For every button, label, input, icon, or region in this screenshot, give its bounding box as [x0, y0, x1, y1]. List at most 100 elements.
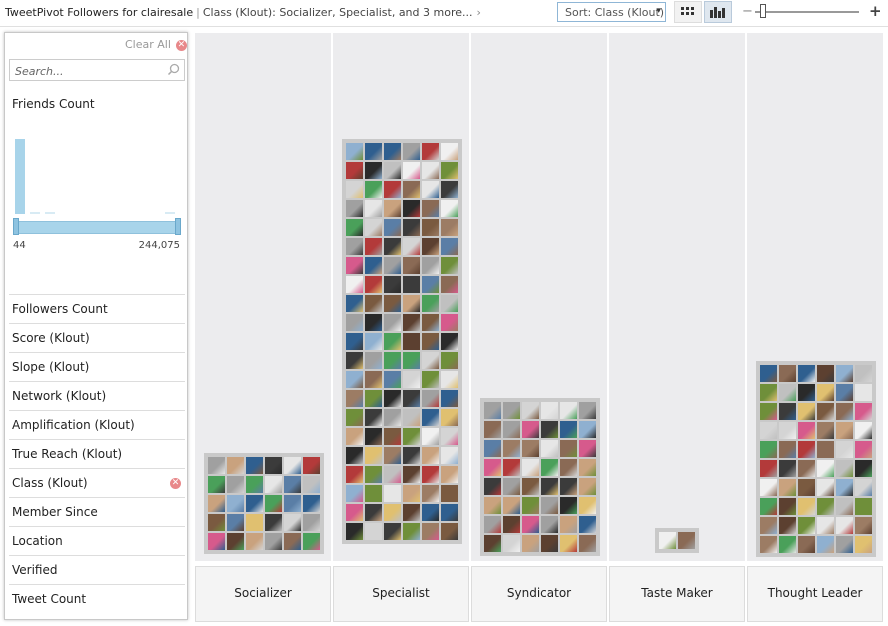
avatar[interactable]: [503, 497, 520, 514]
avatar[interactable]: [422, 504, 439, 521]
avatar[interactable]: [441, 504, 458, 521]
avatar[interactable]: [441, 466, 458, 483]
zoom-out-button[interactable]: −: [742, 4, 753, 19]
avatar[interactable]: [760, 479, 777, 496]
facet-row[interactable]: Network (Klout): [9, 381, 185, 409]
avatar[interactable]: [441, 409, 458, 426]
avatar[interactable]: [522, 516, 539, 533]
avatar[interactable]: [522, 402, 539, 419]
avatar[interactable]: [403, 352, 420, 369]
avatar[interactable]: [365, 371, 382, 388]
avatar[interactable]: [422, 409, 439, 426]
avatar[interactable]: [384, 219, 401, 236]
avatar[interactable]: [403, 466, 420, 483]
avatar[interactable]: [365, 409, 382, 426]
avatar[interactable]: [836, 384, 853, 401]
avatar[interactable]: [441, 352, 458, 369]
avatar[interactable]: [484, 516, 501, 533]
avatar[interactable]: [560, 459, 577, 476]
avatar[interactable]: [503, 402, 520, 419]
avatar[interactable]: [503, 478, 520, 495]
column-bin[interactable]: [609, 33, 745, 561]
avatar[interactable]: [855, 479, 872, 496]
avatar[interactable]: [303, 495, 320, 512]
avatar[interactable]: [760, 403, 777, 420]
avatar[interactable]: [403, 200, 420, 217]
clear-all-button[interactable]: Clear All ✕: [125, 38, 187, 51]
avatar[interactable]: [779, 460, 796, 477]
facet-row[interactable]: Verified: [9, 555, 185, 583]
range-min-handle[interactable]: [13, 218, 19, 235]
avatar[interactable]: [284, 476, 301, 493]
avatar[interactable]: [855, 460, 872, 477]
avatar[interactable]: [798, 365, 815, 382]
avatar[interactable]: [303, 533, 320, 550]
avatar[interactable]: [503, 440, 520, 457]
avatar[interactable]: [817, 498, 834, 515]
avatar[interactable]: [346, 371, 363, 388]
search-icon[interactable]: [167, 63, 180, 76]
avatar[interactable]: [346, 276, 363, 293]
avatar[interactable]: [365, 295, 382, 312]
avatar[interactable]: [384, 428, 401, 445]
avatar[interactable]: [365, 352, 382, 369]
avatar[interactable]: [265, 514, 282, 531]
avatar[interactable]: [541, 440, 558, 457]
avatar[interactable]: [560, 440, 577, 457]
avatar[interactable]: [346, 162, 363, 179]
avatar[interactable]: [579, 459, 596, 476]
avatar[interactable]: [484, 440, 501, 457]
avatar[interactable]: [579, 535, 596, 552]
avatar[interactable]: [441, 523, 458, 540]
avatar[interactable]: [346, 352, 363, 369]
facet-row[interactable]: Tweet Count: [9, 584, 185, 612]
zoom-slider-track[interactable]: [755, 11, 859, 13]
avatar[interactable]: [779, 384, 796, 401]
column-label[interactable]: Taste Maker: [609, 566, 745, 622]
zoom-in-button[interactable]: +: [869, 2, 882, 20]
avatar[interactable]: [365, 143, 382, 160]
avatar[interactable]: [365, 314, 382, 331]
avatar[interactable]: [403, 504, 420, 521]
avatar[interactable]: [484, 535, 501, 552]
avatar[interactable]: [422, 447, 439, 464]
avatar[interactable]: [836, 517, 853, 534]
avatar[interactable]: [422, 162, 439, 179]
avatar[interactable]: [346, 504, 363, 521]
avatar[interactable]: [441, 371, 458, 388]
avatar[interactable]: [422, 523, 439, 540]
avatar[interactable]: [403, 181, 420, 198]
avatar[interactable]: [579, 421, 596, 438]
avatar[interactable]: [227, 495, 244, 512]
avatar[interactable]: [384, 371, 401, 388]
avatar[interactable]: [346, 390, 363, 407]
avatar[interactable]: [760, 536, 777, 553]
avatar[interactable]: [541, 402, 558, 419]
avatar[interactable]: [403, 238, 420, 255]
avatar[interactable]: [579, 440, 596, 457]
avatar[interactable]: [541, 535, 558, 552]
avatar[interactable]: [403, 143, 420, 160]
avatar[interactable]: [246, 514, 263, 531]
avatar[interactable]: [365, 162, 382, 179]
avatar[interactable]: [484, 421, 501, 438]
avatar[interactable]: [346, 238, 363, 255]
avatar[interactable]: [403, 314, 420, 331]
avatar[interactable]: [346, 143, 363, 160]
avatar[interactable]: [365, 238, 382, 255]
avatar[interactable]: [403, 523, 420, 540]
avatar[interactable]: [303, 514, 320, 531]
avatar[interactable]: [265, 495, 282, 512]
avatar[interactable]: [779, 517, 796, 534]
avatar[interactable]: [346, 485, 363, 502]
follower-stack[interactable]: [480, 398, 600, 556]
avatar[interactable]: [798, 422, 815, 439]
avatar[interactable]: [760, 460, 777, 477]
histogram-bar[interactable]: [45, 212, 55, 214]
avatar[interactable]: [760, 441, 777, 458]
avatar[interactable]: [560, 497, 577, 514]
avatar[interactable]: [384, 162, 401, 179]
avatar[interactable]: [403, 295, 420, 312]
avatar[interactable]: [817, 517, 834, 534]
avatar[interactable]: [817, 403, 834, 420]
